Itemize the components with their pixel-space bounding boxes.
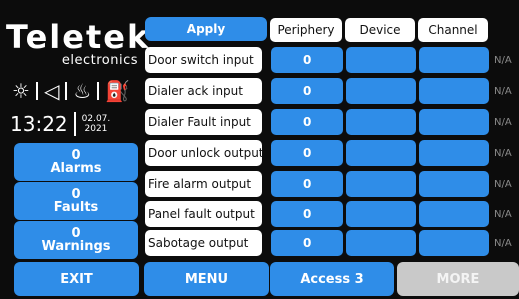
channel-cell[interactable]	[419, 78, 489, 104]
faults-label: Faults	[53, 200, 99, 215]
channel-cell[interactable]	[419, 230, 489, 256]
access-button[interactable]: Access 3	[270, 262, 394, 296]
brand-subtitle: electronics	[61, 53, 138, 68]
periphery-cell[interactable]: 0	[271, 201, 343, 227]
row-label: Dialer ack input	[145, 78, 262, 104]
na-label: N/A	[494, 116, 512, 128]
periphery-cell[interactable]: 0	[271, 109, 343, 135]
device-cell[interactable]	[346, 78, 416, 104]
periphery-cell[interactable]: 0	[271, 78, 343, 104]
menu-button[interactable]: MENU	[144, 262, 269, 296]
na-label: N/A	[494, 147, 512, 159]
tab-channel[interactable]: Channel	[418, 18, 488, 42]
na-label: N/A	[494, 178, 512, 190]
row-label: Panel fault output	[145, 201, 262, 227]
clock: 13:22 02.07. 2021	[10, 110, 136, 138]
device-cell[interactable]	[346, 171, 416, 197]
alarms-label: Alarms	[50, 161, 102, 176]
flame-icon: ♨	[73, 79, 92, 103]
status-icons-bar: ☼ ◁ ♨ ⛽	[12, 78, 136, 104]
device-cell[interactable]	[346, 109, 416, 135]
channel-cell[interactable]	[419, 201, 489, 227]
brand-name: Teletek	[6, 18, 151, 56]
sound-icon: ◁	[43, 79, 60, 103]
warnings-label: Warnings	[41, 239, 111, 254]
na-label: N/A	[494, 208, 512, 220]
icon-divider	[65, 82, 68, 100]
row-label: Fire alarm output	[145, 171, 262, 197]
clock-time: 13:22	[10, 112, 68, 136]
row-label: Door unlock output	[145, 140, 264, 166]
warnings-button[interactable]: 0 Warnings	[14, 221, 138, 259]
sun-icon: ☼	[12, 79, 30, 103]
periphery-cell[interactable]: 0	[271, 230, 343, 256]
na-label: N/A	[494, 237, 512, 249]
clock-date-day: 02.07.	[81, 114, 111, 124]
na-label: N/A	[494, 85, 512, 97]
apply-button[interactable]: Apply	[145, 17, 267, 41]
channel-cell[interactable]	[419, 140, 489, 166]
exit-button[interactable]: EXIT	[14, 262, 139, 296]
periphery-cell[interactable]: 0	[271, 171, 343, 197]
clock-divider	[73, 112, 76, 136]
faults-button[interactable]: 0 Faults	[14, 182, 138, 220]
periphery-cell[interactable]: 0	[271, 47, 343, 73]
icon-divider	[35, 82, 38, 100]
periphery-cell[interactable]: 0	[271, 140, 343, 166]
channel-cell[interactable]	[419, 109, 489, 135]
clock-date: 02.07. 2021	[82, 114, 111, 134]
row-label: Door switch input	[145, 47, 262, 73]
device-cell[interactable]	[346, 47, 416, 73]
device-cell[interactable]	[346, 201, 416, 227]
teletek-logo: Teletek electronics	[6, 18, 151, 72]
alarms-button[interactable]: 0 Alarms	[14, 143, 138, 181]
tab-periphery[interactable]: Periphery	[270, 18, 342, 42]
channel-cell[interactable]	[419, 47, 489, 73]
na-label: N/A	[494, 54, 512, 66]
clock-date-year: 2021	[84, 124, 108, 134]
more-button[interactable]: MORE	[397, 262, 519, 296]
device-cell[interactable]	[346, 230, 416, 256]
tab-device[interactable]: Device	[345, 18, 415, 42]
row-label: Dialer Fault input	[145, 109, 262, 135]
device-cell[interactable]	[346, 140, 416, 166]
icon-divider	[97, 82, 100, 100]
row-label: Sabotage output	[145, 230, 262, 256]
extinguisher-icon: ⛽	[105, 79, 131, 103]
channel-cell[interactable]	[419, 171, 489, 197]
